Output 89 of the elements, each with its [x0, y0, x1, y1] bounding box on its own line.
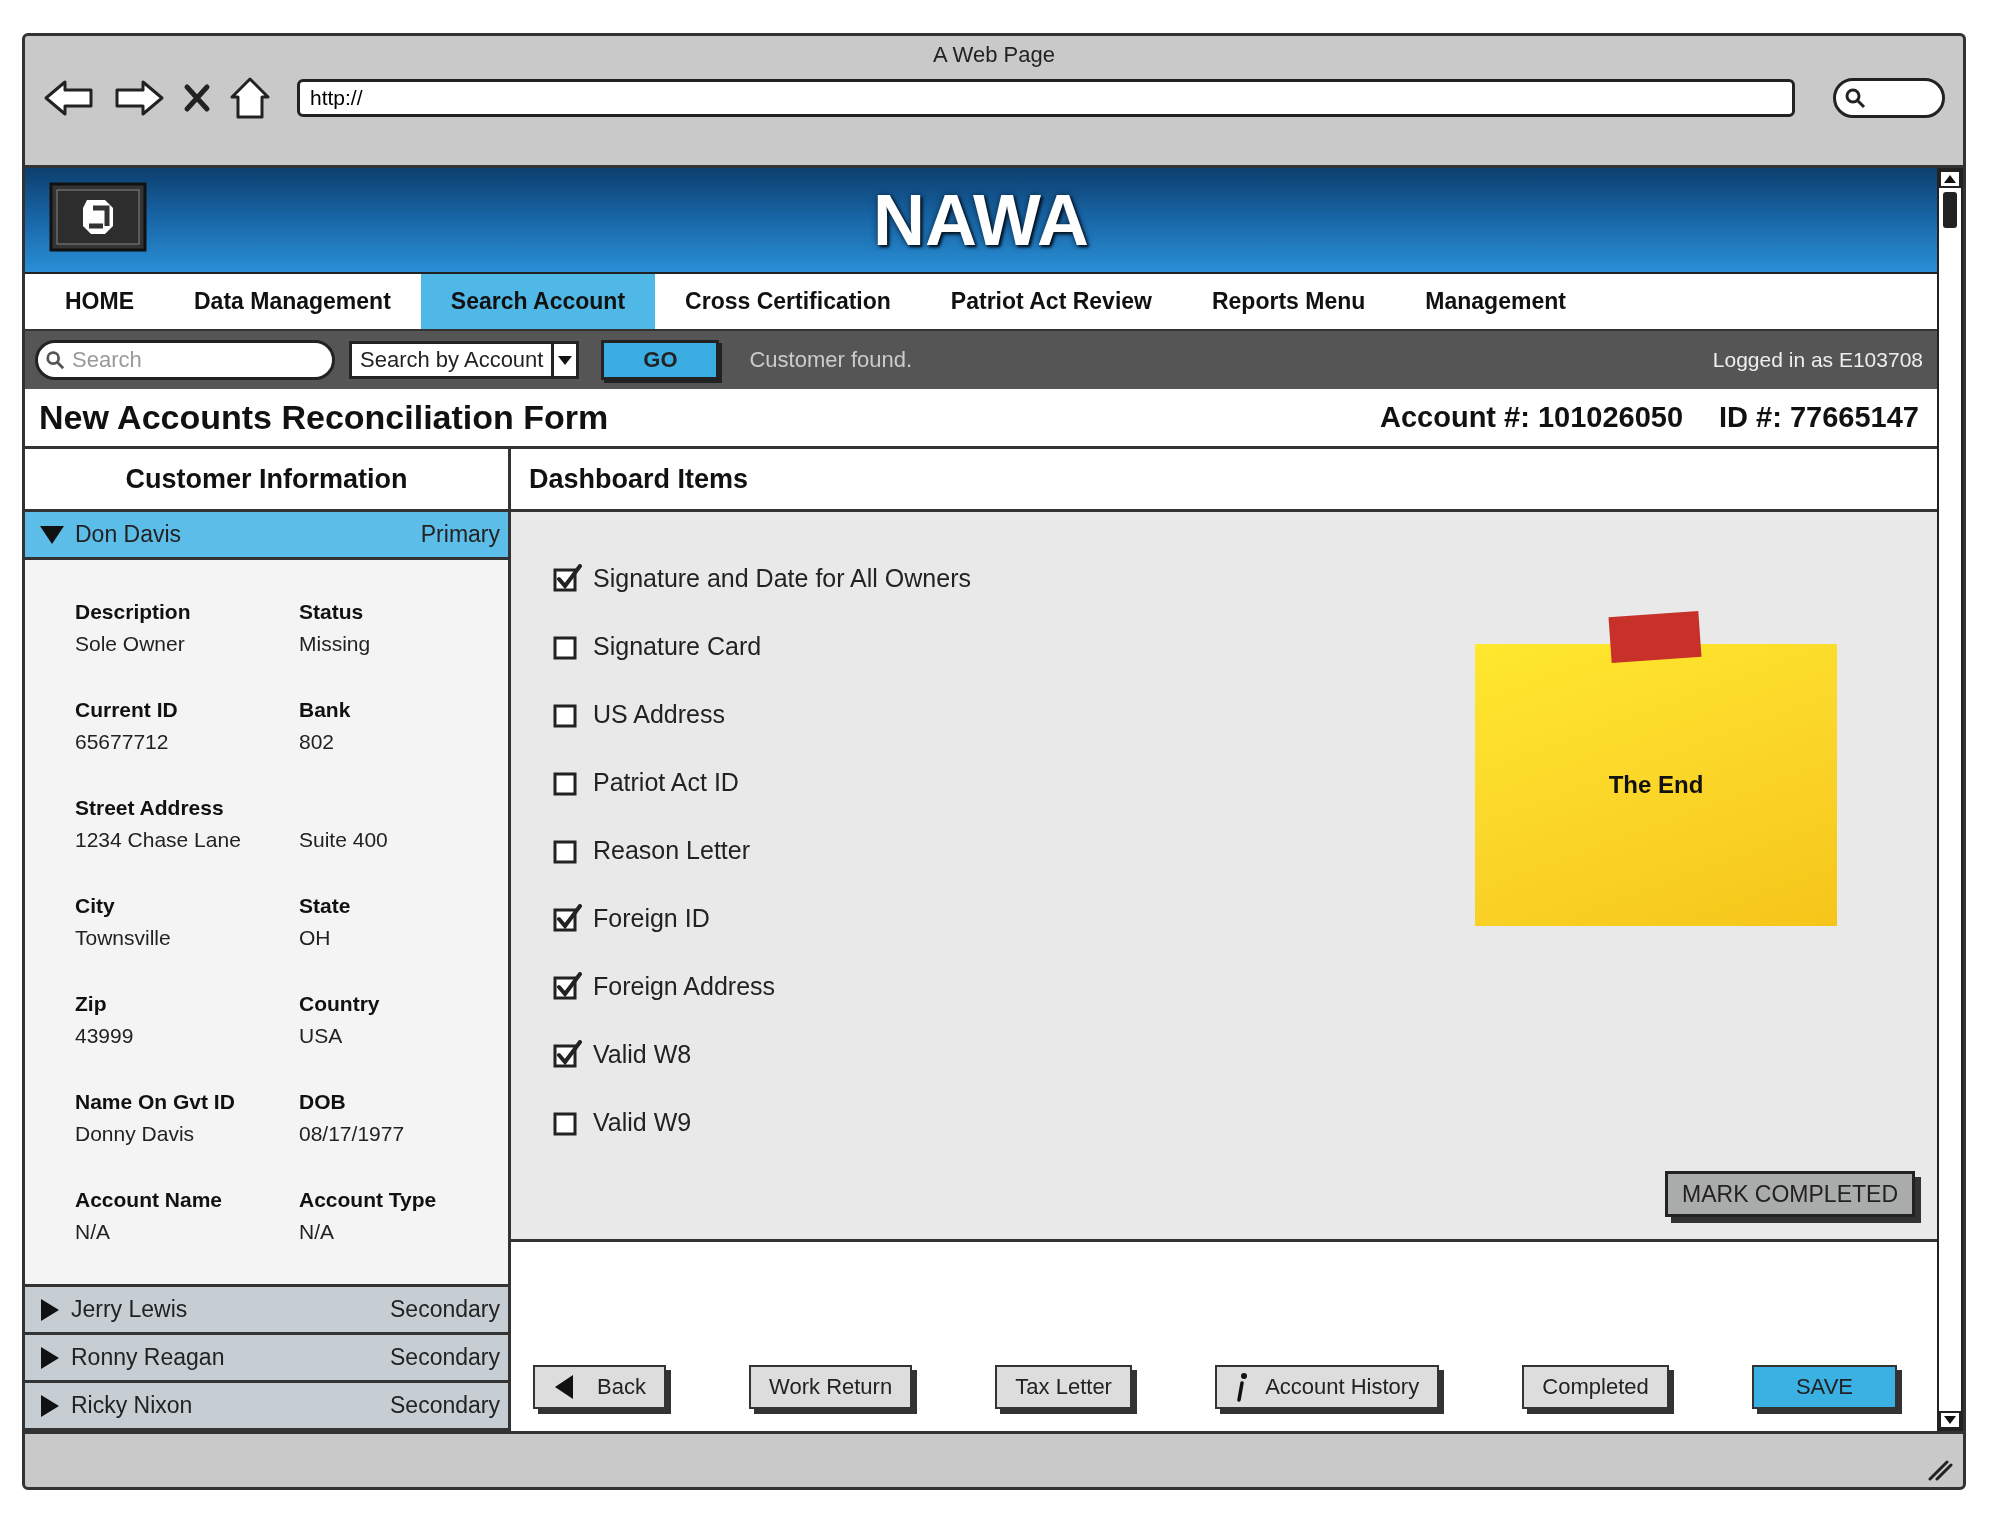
customer-role: Primary: [420, 521, 500, 548]
customer-row[interactable]: Don Davis Primary: [25, 512, 508, 560]
search-field[interactable]: Search: [35, 340, 335, 380]
customer-name: Jerry Lewis: [71, 1296, 189, 1323]
form-title: New Accounts Reconciliation Form: [39, 398, 610, 437]
field-label: State: [299, 894, 352, 919]
status-message: Customer found.: [749, 347, 914, 373]
nav-tab[interactable]: Data Management: [164, 274, 421, 329]
forward-arrow-icon[interactable]: [113, 78, 165, 118]
field-value: 1234 Chase Lane: [75, 828, 242, 852]
url-field[interactable]: http://: [297, 79, 1795, 117]
checkbox-label: Reason Letter: [593, 835, 751, 865]
field-label: Current ID: [75, 698, 179, 723]
field-label: Description: [75, 600, 192, 625]
checkbox-label: Signature and Date for All Owners: [593, 563, 971, 593]
field-label: Street Address: [75, 796, 225, 821]
customer-row[interactable]: Ricky Nixon Secondary: [25, 1383, 508, 1431]
triangle-right-icon: [39, 1297, 61, 1322]
back-arrow-icon[interactable]: [43, 78, 95, 118]
browser-search-field[interactable]: [1833, 78, 1945, 118]
checkbox-label: Valid W8: [593, 1039, 692, 1069]
customer-role: Secondary: [390, 1344, 500, 1371]
field-value: N/A: [75, 1220, 111, 1244]
nav-tab[interactable]: Search Account: [420, 274, 656, 329]
logged-in-user: Logged in as E103708: [1712, 348, 1923, 372]
nav-tab[interactable]: Reports Menu: [1181, 274, 1396, 329]
search-icon: [1844, 87, 1866, 109]
checkbox-label: Valid W9: [593, 1107, 692, 1137]
customer-role: Secondary: [390, 1392, 500, 1419]
app-title: NAWA: [873, 179, 1089, 262]
checkbox[interactable]: [553, 904, 583, 932]
triangle-right-icon: [39, 1393, 61, 1418]
scroll-up-icon[interactable]: [1939, 170, 1961, 188]
resize-grip-icon[interactable]: [1927, 1459, 1953, 1481]
nav-tab[interactable]: Management: [1395, 274, 1596, 329]
customer-name: Don Davis: [75, 521, 183, 548]
id-number: ID #: 77665147: [1719, 401, 1919, 434]
field-label: Bank: [299, 698, 352, 723]
customer-row[interactable]: Jerry Lewis Secondary: [25, 1287, 508, 1335]
scrollbar[interactable]: [1937, 168, 1963, 1431]
scroll-thumb[interactable]: [1943, 192, 1957, 228]
checkbox[interactable]: [553, 972, 583, 1000]
field-value: OH: [299, 926, 332, 950]
field-value: Suite 400: [299, 828, 389, 852]
nav-tab[interactable]: Cross Certification: [655, 274, 921, 329]
field-label: Status: [299, 600, 365, 625]
field-label: City: [75, 894, 116, 919]
checkbox[interactable]: [553, 564, 583, 592]
field-label: DOB: [299, 1090, 347, 1115]
info-icon: [1235, 1372, 1250, 1402]
field-value: Missing: [299, 632, 372, 656]
customer-name: Ricky Nixon: [71, 1392, 194, 1419]
field-label: Name On Gvt ID: [75, 1090, 236, 1115]
customer-role: Secondary: [390, 1296, 500, 1323]
field-value: 802: [299, 730, 336, 754]
field-value: 43999: [75, 1024, 135, 1048]
nav-tab[interactable]: HOME: [35, 274, 164, 329]
search-icon: [45, 350, 65, 370]
triangle-right-icon: [39, 1345, 61, 1370]
checkbox-label: Foreign ID: [593, 903, 710, 933]
account-number: Account #: 101026050: [1380, 401, 1684, 434]
close-icon[interactable]: [183, 83, 211, 113]
checkbox[interactable]: [553, 1040, 583, 1068]
field-value: Donny Davis: [75, 1122, 196, 1146]
triangle-down-icon: [39, 523, 65, 546]
field-value: N/A: [299, 1220, 335, 1244]
checkbox-label: Foreign Address: [593, 971, 776, 1001]
field-value: Sole Owner: [75, 632, 186, 656]
window-title: A Web Page: [933, 42, 1055, 68]
field-label: Account Type: [299, 1188, 438, 1213]
home-icon[interactable]: [229, 76, 271, 120]
field-value: 65677712: [75, 730, 170, 754]
checkbox-label: Signature Card: [593, 631, 762, 661]
field-label: Zip: [75, 992, 108, 1017]
logo-icon: [49, 182, 147, 252]
field-label: Account Name: [75, 1188, 224, 1213]
triangle-left-icon: [553, 1374, 575, 1400]
checkbox-label: US Address: [593, 699, 725, 729]
customer-name: Ronny Reagan: [71, 1344, 226, 1371]
checkbox-label: Patriot Act ID: [593, 767, 739, 797]
customer-row[interactable]: Ronny Reagan Secondary: [25, 1335, 508, 1383]
field-value: Townsville: [75, 926, 172, 950]
field-value: 08/17/1977: [299, 1122, 406, 1146]
nav-tab[interactable]: Patriot Act Review: [920, 274, 1182, 329]
field-value: USA: [299, 1024, 344, 1048]
search-mode-dropdown[interactable]: Search by Account: [349, 341, 580, 379]
go-button[interactable]: GO: [601, 340, 720, 380]
field-label: Country: [299, 992, 381, 1017]
scroll-down-icon[interactable]: [1939, 1411, 1961, 1429]
